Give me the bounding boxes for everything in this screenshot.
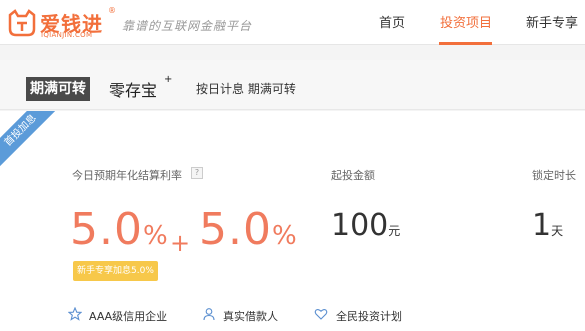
lock-period: 1天 [532,208,563,243]
heart-icon [314,308,328,320]
feature-public-invest-plan: 全民投资计划 [336,310,402,323]
page: 爱钱进 ® IQIANJIN.COM 靠谱的互联网金融平台 首页 投资项目 新手… [0,0,585,331]
site-header: 爱钱进 ® IQIANJIN.COM 靠谱的互联网金融平台 首页 投资项目 新手… [0,0,585,45]
piggy-logo-icon [8,9,36,37]
feature-real-borrower: 真实借款人 [223,310,278,323]
product-description: 按日计息 期满可转 [196,82,296,96]
product-tag: 期满可转 [26,77,90,101]
base-rate: 5.0% [70,204,168,255]
person-icon [203,308,215,321]
newbie-bonus-badge: 新手专享加息5.0% [73,261,158,281]
logo-url: IQIANJIN.COM [41,31,93,39]
nav-home[interactable]: 首页 [379,12,405,31]
help-icon[interactable]: ? [191,167,203,179]
extra-rate-percent: % [271,221,297,251]
lock-period-unit: 天 [551,224,564,238]
rate-plus-sign: + [170,229,191,257]
base-rate-value: 5.0 [70,204,143,255]
nav-active-indicator [439,42,492,45]
extra-rate: 5.0% [199,204,297,255]
min-invest: 100元 [331,208,400,243]
product-name-sup: + [164,74,173,85]
min-invest-value: 100 [331,208,389,243]
logo-registered-mark: ® [108,6,116,15]
nav-invest-projects[interactable]: 投资项目 [440,12,492,31]
product-name: 零存宝 [109,81,158,100]
feature-credit-rating: AAA级信用企业 [89,310,168,323]
nav-newbie[interactable]: 新手专享 [526,12,578,31]
star-icon [68,307,82,321]
lock-period-label: 锁定时长 [532,169,576,182]
slogan: 靠谱的互联网金融平台 [122,19,253,33]
site-logo[interactable]: 爱钱进 ® IQIANJIN.COM [6,6,116,40]
product-card: 首投加息 今日预期年化结算利率 ? 5.0% + 5.0% 起投金额 100元 … [0,111,585,331]
min-invest-unit: 元 [388,224,401,238]
rate-label: 今日预期年化结算利率 [72,169,182,182]
lock-period-value: 1 [532,208,552,243]
min-invest-label: 起投金额 [331,169,375,182]
first-invest-bonus-ribbon: 首投加息 [0,111,60,170]
extra-rate-value: 5.0 [199,204,272,255]
base-rate-percent: % [142,221,168,251]
